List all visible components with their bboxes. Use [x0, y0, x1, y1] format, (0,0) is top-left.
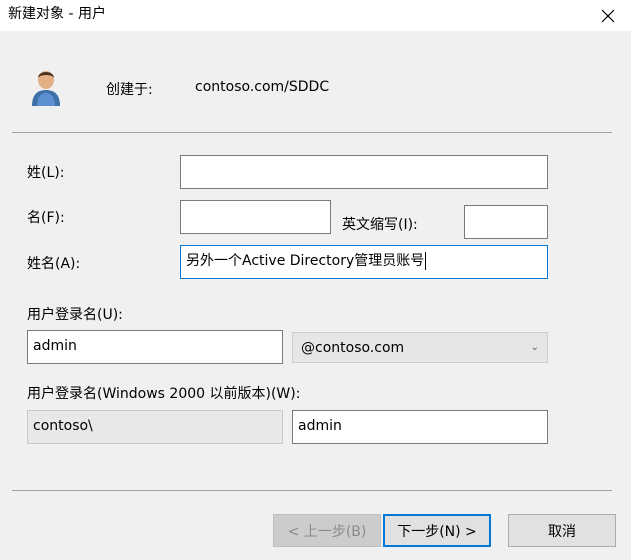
pre2000-label: 用户登录名(Windows 2000 以前版本)(W):: [27, 386, 301, 402]
created-in-value: contoso.com/SDDC: [195, 79, 330, 95]
full-name-value: 另外一个Active Directory管理员账号: [186, 253, 425, 269]
bottom-separator: [12, 490, 612, 491]
window-title: 新建对象 - 用户: [8, 6, 106, 22]
pre2000-name-field[interactable]: admin: [292, 410, 548, 444]
cancel-button[interactable]: 取消: [508, 514, 616, 547]
upn-suffix-value: @contoso.com: [301, 340, 405, 356]
full-name-label: 姓名(A):: [27, 256, 81, 272]
title-bar: 新建对象 - 用户: [0, 0, 631, 31]
first-name-field[interactable]: [180, 200, 331, 234]
last-name-label: 姓(L):: [27, 165, 65, 181]
initials-field[interactable]: [464, 205, 548, 239]
chevron-down-icon: ⌄: [530, 342, 539, 353]
full-name-field[interactable]: 另外一个Active Directory管理员账号: [180, 245, 548, 279]
first-name-label: 名(F):: [27, 210, 65, 226]
close-icon: [601, 9, 615, 22]
initials-label: 英文缩写(I):: [342, 217, 418, 233]
last-name-field[interactable]: [180, 155, 548, 189]
logon-name-label: 用户登录名(U):: [27, 307, 123, 323]
upn-suffix-dropdown[interactable]: @contoso.com ⌄: [292, 332, 548, 363]
user-icon: [32, 71, 60, 106]
back-button[interactable]: < 上一步(B): [273, 514, 381, 547]
pre2000-domain-field: contoso\: [27, 410, 283, 444]
close-button[interactable]: [585, 0, 631, 31]
top-separator: [12, 132, 612, 133]
created-in-label: 创建于:: [106, 82, 153, 98]
text-cursor: [425, 252, 427, 270]
next-button[interactable]: 下一步(N) >: [383, 514, 491, 547]
logon-name-field[interactable]: admin: [27, 330, 283, 364]
